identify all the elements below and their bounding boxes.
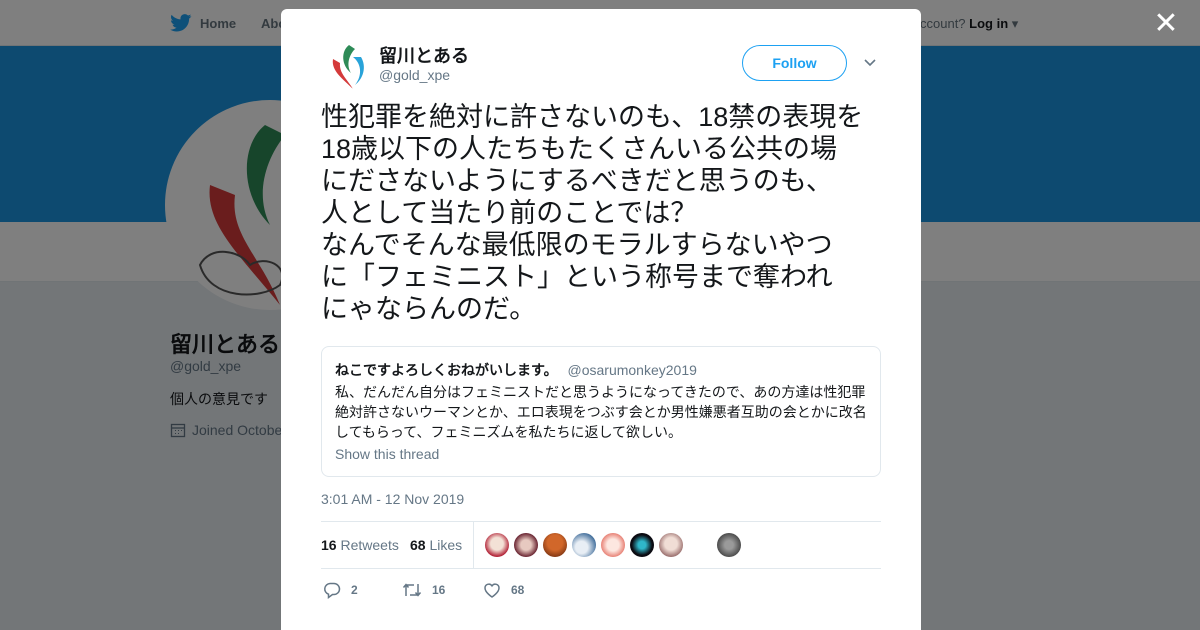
chevron-down-icon[interactable]	[863, 55, 877, 69]
liker-avatar[interactable]	[601, 533, 625, 557]
follow-button[interactable]: Follow	[742, 45, 847, 81]
tweet-modal: 留川とある @gold_xpe Follow 性犯罪を絶対に許さないのも、18禁…	[281, 9, 921, 630]
liker-avatar[interactable]	[659, 533, 683, 557]
show-thread-link[interactable]: Show this thread	[335, 446, 439, 462]
quoted-text-line: 絶対許さないウーマンとか、エロ表現をつぶす会とか男性嫌悪者互助の会とかに改名	[335, 404, 867, 420]
tweet-text-line: 人として当たり前のことでは？	[321, 198, 698, 228]
tweet-actions: 2 16 68	[321, 581, 881, 605]
retweets-stat[interactable]: 16 Retweets	[321, 537, 399, 553]
tweet-author-avatar[interactable]	[323, 41, 371, 89]
like-button[interactable]: 68	[483, 581, 524, 599]
tweet-text: 性犯罪を絶対に許さないのも、18禁の表現を 18歳以下の人たちもたくさんいる公共…	[321, 101, 891, 325]
tweet-text-line: にゃならんのだ。	[321, 294, 537, 324]
quoted-text-line: してもらって、フェミニズムを私たちに返して欲しい。	[335, 424, 683, 440]
likes-count: 68	[410, 537, 426, 553]
tweet-timestamp[interactable]: 3:01 AM - 12 Nov 2019	[321, 491, 464, 507]
likes-label: Likes	[429, 537, 463, 553]
close-icon[interactable]: ✕	[1152, 9, 1180, 39]
tweet-stats: 16 Retweets 68 Likes	[321, 521, 881, 569]
tweet-text-line: 18歳以下の人たちもたくさんいる公共の場	[321, 134, 838, 164]
quoted-author-handle: @osarumonkey2019	[567, 362, 697, 378]
retweets-label: Retweets	[340, 537, 399, 553]
liker-avatar[interactable]	[485, 533, 509, 557]
quoted-tweet-text: 私、だんだん自分はフェミニストだと思うようになってきたので、あの方達は性犯罪 絶…	[335, 382, 875, 442]
retweet-count: 16	[432, 583, 446, 597]
tweet-author-name[interactable]: 留川とある	[379, 42, 469, 68]
tweet-text-line: にださないようにするべきだと思うのも、	[321, 166, 833, 196]
author-avatar-icon	[332, 45, 364, 89]
retweets-count: 16	[321, 537, 337, 553]
quoted-tweet[interactable]: ねこですよろしくおねがいします。 @osarumonkey2019 私、だんだん…	[321, 346, 881, 477]
heart-icon	[484, 583, 500, 598]
quoted-author-name: ねこですよろしくおねがいします。	[335, 362, 558, 378]
liker-avatar[interactable]	[514, 533, 538, 557]
retweet-button[interactable]: 16	[402, 581, 445, 599]
tweet-text-line: なんでそんな最低限のモラルすらないやつ	[321, 230, 833, 260]
reply-button[interactable]: 2	[323, 581, 358, 599]
tweet-text-line: 性犯罪を絶対に許さないのも、18禁の表現を	[321, 102, 864, 132]
liker-avatar[interactable]	[572, 533, 596, 557]
tweet-author-handle[interactable]: @gold_xpe	[379, 67, 450, 83]
quoted-text-line: 私、だんだん自分はフェミニストだと思うようになってきたので、あの方達は性犯罪	[335, 384, 866, 400]
tweet-text-line: に「フェミニスト」という称号まで奪われ	[321, 262, 833, 292]
reply-icon	[324, 582, 341, 599]
reply-count: 2	[351, 583, 358, 597]
liker-avatar[interactable]	[630, 533, 654, 557]
liker-avatar[interactable]	[543, 533, 567, 557]
liker-avatar[interactable]	[717, 533, 741, 557]
quoted-tweet-header: ねこですよろしくおねがいします。 @osarumonkey2019	[335, 360, 697, 380]
likes-stat[interactable]: 68 Likes	[410, 537, 462, 553]
like-count: 68	[511, 583, 525, 597]
retweet-icon	[402, 583, 422, 597]
stats-divider	[473, 522, 474, 568]
